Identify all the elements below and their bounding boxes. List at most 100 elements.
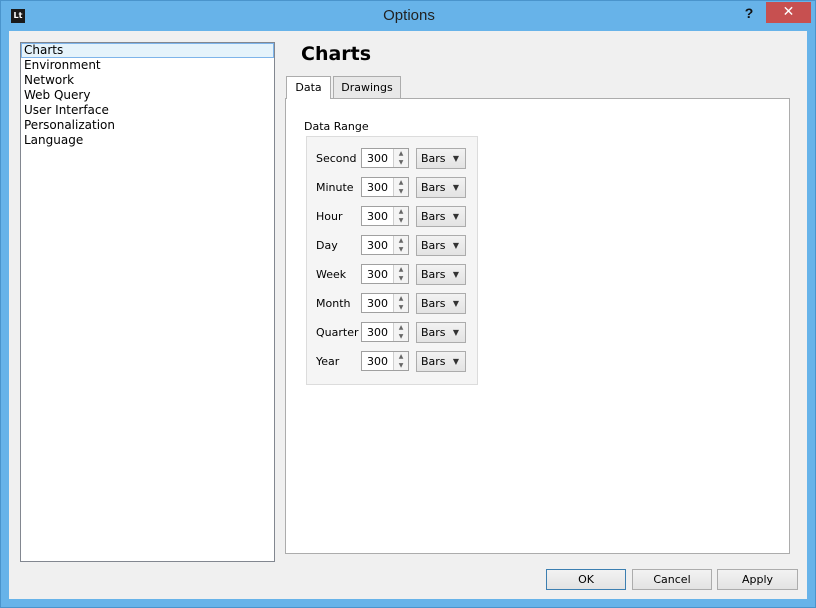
chevron-down-icon: ▼ (452, 183, 459, 192)
bars-count-value[interactable]: 300 (367, 355, 388, 368)
data-range-group: Second 300 ▲ ▼ Bars ▼ Minute 300 ▲ ▼ Bar… (306, 136, 478, 385)
range-row-minute: Minute 300 ▲ ▼ Bars ▼ (307, 177, 477, 199)
unit-value: Bars (421, 152, 446, 165)
spin-buttons: ▲ ▼ (393, 323, 408, 341)
tab-drawings[interactable]: Drawings (333, 76, 401, 98)
spin-down-arrow-icon[interactable]: ▼ (394, 158, 408, 167)
range-label: Second (316, 152, 357, 165)
spin-up-arrow-icon[interactable]: ▲ (394, 178, 408, 187)
bars-count-value[interactable]: 300 (367, 181, 388, 194)
bars-count-value[interactable]: 300 (367, 268, 388, 281)
unit-value: Bars (421, 210, 446, 223)
bars-count-value[interactable]: 300 (367, 239, 388, 252)
spin-up-arrow-icon[interactable]: ▲ (394, 294, 408, 303)
apply-button[interactable]: Apply (717, 569, 798, 590)
spin-buttons: ▲ ▼ (393, 352, 408, 370)
unit-value: Bars (421, 181, 446, 194)
spin-down-arrow-icon[interactable]: ▼ (394, 216, 408, 225)
unit-value: Bars (421, 239, 446, 252)
range-label: Week (316, 268, 347, 281)
spin-down-arrow-icon[interactable]: ▼ (394, 332, 408, 341)
title-bar[interactable]: Lt Options ? ✕ (1, 1, 815, 31)
bars-count-value[interactable]: 300 (367, 152, 388, 165)
unit-dropdown[interactable]: Bars ▼ (416, 148, 466, 169)
spin-up-arrow-icon[interactable]: ▲ (394, 323, 408, 332)
bars-count-spinbox[interactable]: 300 ▲ ▼ (361, 206, 409, 226)
spin-down-arrow-icon[interactable]: ▼ (394, 303, 408, 312)
range-label: Day (316, 239, 338, 252)
spin-buttons: ▲ ▼ (393, 236, 408, 254)
chevron-down-icon: ▼ (452, 212, 459, 221)
unit-dropdown[interactable]: Bars ▼ (416, 293, 466, 314)
bars-count-spinbox[interactable]: 300 ▲ ▼ (361, 322, 409, 342)
spin-buttons: ▲ ▼ (393, 149, 408, 167)
spin-up-arrow-icon[interactable]: ▲ (394, 149, 408, 158)
category-list[interactable]: Charts Environment Network Web Query Use… (20, 42, 275, 562)
data-range-label: Data Range (304, 120, 369, 133)
nav-item-network[interactable]: Network (21, 73, 274, 88)
spin-down-arrow-icon[interactable]: ▼ (394, 187, 408, 196)
dialog-client-area: Charts Environment Network Web Query Use… (9, 31, 807, 599)
spin-buttons: ▲ ▼ (393, 178, 408, 196)
chevron-down-icon: ▼ (452, 357, 459, 366)
spin-buttons: ▲ ▼ (393, 294, 408, 312)
window-title: Options (383, 7, 435, 24)
data-tab-panel: Data Range Second 300 ▲ ▼ Bars ▼ Minute … (285, 98, 790, 554)
range-label: Year (316, 355, 340, 368)
unit-value: Bars (421, 326, 446, 339)
chevron-down-icon: ▼ (452, 154, 459, 163)
spin-up-arrow-icon[interactable]: ▲ (394, 265, 408, 274)
unit-value: Bars (421, 355, 446, 368)
unit-dropdown[interactable]: Bars ▼ (416, 235, 466, 256)
unit-value: Bars (421, 268, 446, 281)
bars-count-spinbox[interactable]: 300 ▲ ▼ (361, 351, 409, 371)
bars-count-spinbox[interactable]: 300 ▲ ▼ (361, 264, 409, 284)
unit-dropdown[interactable]: Bars ▼ (416, 351, 466, 372)
range-row-year: Year 300 ▲ ▼ Bars ▼ (307, 351, 477, 373)
range-label: Month (316, 297, 351, 310)
range-row-quarter: Quarter 300 ▲ ▼ Bars ▼ (307, 322, 477, 344)
chevron-down-icon: ▼ (452, 270, 459, 279)
range-row-week: Week 300 ▲ ▼ Bars ▼ (307, 264, 477, 286)
close-button[interactable]: ✕ (766, 2, 811, 23)
spin-up-arrow-icon[interactable]: ▲ (394, 352, 408, 361)
spin-down-arrow-icon[interactable]: ▼ (394, 274, 408, 283)
unit-dropdown[interactable]: Bars ▼ (416, 322, 466, 343)
spin-down-arrow-icon[interactable]: ▼ (394, 361, 408, 370)
range-label: Hour (316, 210, 343, 223)
range-row-day: Day 300 ▲ ▼ Bars ▼ (307, 235, 477, 257)
chevron-down-icon: ▼ (452, 299, 459, 308)
help-button[interactable]: ? (736, 3, 762, 23)
spin-buttons: ▲ ▼ (393, 207, 408, 225)
tab-data[interactable]: Data (286, 76, 331, 99)
bars-count-value[interactable]: 300 (367, 210, 388, 223)
unit-value: Bars (421, 297, 446, 310)
range-label: Quarter (316, 326, 359, 339)
spin-up-arrow-icon[interactable]: ▲ (394, 207, 408, 216)
nav-item-user-interface[interactable]: User Interface (21, 103, 274, 118)
cancel-button[interactable]: Cancel (632, 569, 712, 590)
ok-button[interactable]: OK (546, 569, 626, 590)
unit-dropdown[interactable]: Bars ▼ (416, 206, 466, 227)
spin-buttons: ▲ ▼ (393, 265, 408, 283)
range-row-month: Month 300 ▲ ▼ Bars ▼ (307, 293, 477, 315)
bars-count-spinbox[interactable]: 300 ▲ ▼ (361, 235, 409, 255)
spin-down-arrow-icon[interactable]: ▼ (394, 245, 408, 254)
nav-item-language[interactable]: Language (21, 133, 274, 148)
bars-count-spinbox[interactable]: 300 ▲ ▼ (361, 148, 409, 168)
bars-count-value[interactable]: 300 (367, 297, 388, 310)
unit-dropdown[interactable]: Bars ▼ (416, 177, 466, 198)
chevron-down-icon: ▼ (452, 328, 459, 337)
nav-item-personalization[interactable]: Personalization (21, 118, 274, 133)
chevron-down-icon: ▼ (452, 241, 459, 250)
bars-count-spinbox[interactable]: 300 ▲ ▼ (361, 177, 409, 197)
bars-count-value[interactable]: 300 (367, 326, 388, 339)
nav-item-environment[interactable]: Environment (21, 58, 274, 73)
nav-item-charts[interactable]: Charts (21, 43, 274, 58)
range-label: Minute (316, 181, 354, 194)
range-row-hour: Hour 300 ▲ ▼ Bars ▼ (307, 206, 477, 228)
bars-count-spinbox[interactable]: 300 ▲ ▼ (361, 293, 409, 313)
spin-up-arrow-icon[interactable]: ▲ (394, 236, 408, 245)
nav-item-web-query[interactable]: Web Query (21, 88, 274, 103)
unit-dropdown[interactable]: Bars ▼ (416, 264, 466, 285)
